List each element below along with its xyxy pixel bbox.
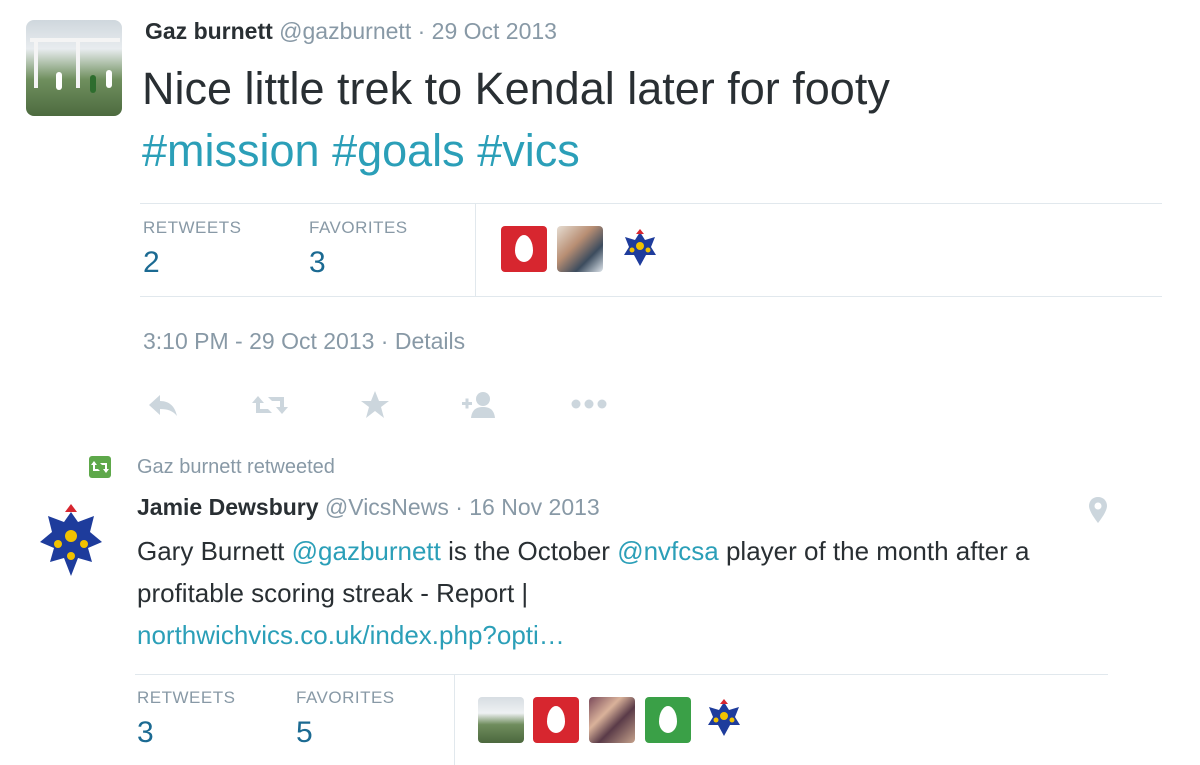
- crest-icon: [40, 504, 102, 576]
- author-avatar[interactable]: [26, 20, 122, 116]
- retweets-label: RETWEETS: [137, 688, 236, 707]
- favorites-count[interactable]: 3: [309, 246, 326, 280]
- retweeted-by-label[interactable]: Gaz burnett retweeted: [137, 456, 335, 479]
- favorites-count[interactable]: 5: [296, 716, 313, 750]
- favoriter-avatar-couple[interactable]: [589, 697, 635, 743]
- favoriter-avatar-red-egg[interactable]: [533, 697, 579, 743]
- tweet-header: Jamie Dewsbury @VicsNews · 16 Nov 2013: [137, 494, 600, 521]
- divider: [140, 203, 1162, 204]
- retweets-label: RETWEETS: [143, 218, 242, 237]
- timestamp-text[interactable]: 3:10 PM - 29 Oct 2013: [143, 328, 374, 354]
- favorite-icon[interactable]: [360, 390, 390, 419]
- author-name[interactable]: Jamie Dewsbury: [137, 494, 319, 520]
- tweet-text: Nice little trek to Kendal later for foo…: [142, 58, 1142, 182]
- tweet-header: Gaz burnett @gazburnett · 29 Oct 2013: [145, 18, 557, 45]
- stats-divider: [454, 675, 455, 765]
- author-name[interactable]: Gaz burnett: [145, 18, 273, 44]
- favorites-label: FAVORITES: [309, 218, 408, 237]
- crest-icon: [708, 699, 740, 736]
- divider: [140, 296, 1162, 297]
- tweet-timestamp: 3:10 PM - 29 Oct 2013 · Details: [143, 328, 465, 355]
- favoriter-avatar-crest[interactable]: [702, 698, 746, 742]
- favoriter-avatar-photo[interactable]: [557, 226, 603, 272]
- follow-icon[interactable]: [460, 390, 500, 420]
- retweets-count[interactable]: 3: [137, 716, 154, 750]
- retweets-count[interactable]: 2: [143, 246, 160, 280]
- author-handle[interactable]: @gazburnett: [279, 18, 411, 44]
- crest-icon: [624, 229, 656, 266]
- hashtag-mission[interactable]: #mission: [142, 125, 320, 176]
- text-segment: is the October: [440, 536, 618, 566]
- tweet-text: Gary Burnett @gazburnett is the October …: [137, 530, 1127, 656]
- author-handle[interactable]: @VicsNews: [325, 494, 449, 520]
- article-link[interactable]: northwichvics.co.uk/index.php?opti…: [137, 620, 565, 650]
- retweet-badge-icon: [89, 456, 111, 478]
- tweet-body: Nice little trek to Kendal later for foo…: [142, 63, 890, 114]
- tweet-date[interactable]: · 16 Nov 2013: [455, 494, 599, 520]
- mention-gazburnett[interactable]: @gazburnett: [292, 536, 441, 566]
- divider: [135, 674, 1108, 675]
- text-segment: Gary Burnett: [137, 536, 292, 566]
- hashtag-goals[interactable]: #goals: [332, 125, 465, 176]
- favorites-label: FAVORITES: [296, 688, 395, 707]
- hashtag-vics[interactable]: #vics: [477, 125, 580, 176]
- mention-nvfcsa[interactable]: @nvfcsa: [617, 536, 719, 566]
- details-link[interactable]: · Details: [381, 328, 465, 354]
- favoriter-avatar-green-egg[interactable]: [645, 697, 691, 743]
- stats-divider: [475, 204, 476, 296]
- favoriter-avatar-red-egg[interactable]: [501, 226, 547, 272]
- location-pin-icon[interactable]: [1088, 496, 1108, 524]
- more-icon[interactable]: [569, 397, 609, 411]
- author-avatar-crest[interactable]: [36, 502, 106, 584]
- favoriter-avatar-crest[interactable]: [618, 228, 662, 272]
- favoriter-avatar-field[interactable]: [478, 697, 524, 743]
- tweet-date[interactable]: · 29 Oct 2013: [418, 18, 557, 44]
- reply-icon[interactable]: [146, 392, 180, 418]
- retweet-icon[interactable]: [250, 392, 290, 418]
